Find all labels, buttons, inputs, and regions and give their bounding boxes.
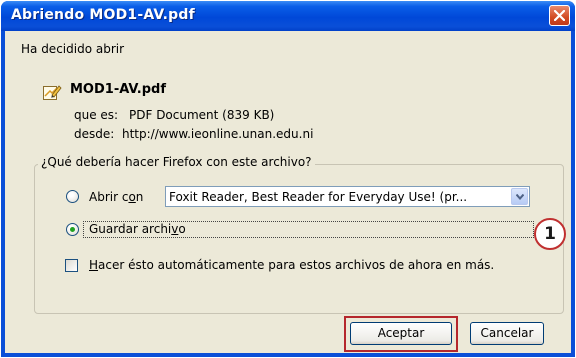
step-callout: 1	[534, 218, 566, 250]
file-source-label: desde:	[74, 127, 115, 141]
application-select-value: Foxit Reader, Best Reader for Everyday U…	[169, 190, 468, 204]
intro-text: Ha decidido abrir	[21, 42, 125, 56]
title-bar[interactable]: Abriendo MOD1-AV.pdf	[1, 1, 575, 31]
application-select[interactable]: Foxit Reader, Best Reader for Everyday U…	[165, 186, 530, 207]
file-source-value: http://www.ieonline.unan.edu.ni	[122, 127, 314, 141]
file-type-label: que es:	[74, 108, 119, 122]
auto-action-label[interactable]: Hacer ésto automáticamente para estos ar…	[89, 258, 494, 272]
auto-action-checkbox[interactable]	[65, 259, 78, 272]
file-name: MOD1-AV.pdf	[70, 82, 166, 97]
accept-button[interactable]: Aceptar	[350, 322, 452, 345]
close-icon	[554, 10, 565, 21]
dialog-title: Abriendo MOD1-AV.pdf	[11, 7, 195, 23]
chevron-down-icon	[516, 194, 524, 200]
action-group-label: ¿Qué debería hacer Firefox con este arch…	[38, 155, 315, 169]
radio-selected-dot	[70, 227, 75, 232]
save-file-radio[interactable]	[66, 223, 79, 236]
open-with-radio[interactable]	[66, 190, 79, 203]
open-with-label[interactable]: Abrir con	[89, 190, 143, 204]
pdf-file-icon	[43, 85, 62, 100]
close-button[interactable]	[549, 5, 570, 26]
application-dropdown-button[interactable]	[511, 188, 528, 205]
file-type-value: PDF Document (839 KB)	[129, 108, 275, 122]
cancel-button[interactable]: Cancelar	[470, 322, 544, 345]
save-file-label[interactable]: Guardar archivo	[89, 222, 186, 236]
